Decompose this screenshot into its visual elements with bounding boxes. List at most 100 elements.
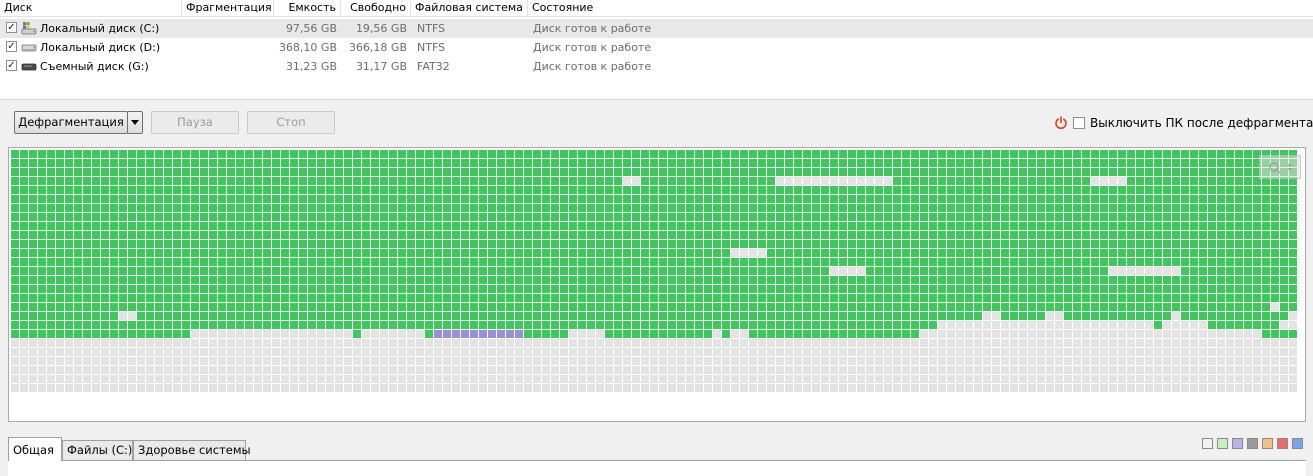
cluster-cell <box>605 276 613 284</box>
column-header-free[interactable]: Свободно <box>341 0 411 16</box>
cluster-cell <box>956 168 964 176</box>
cluster-cell <box>515 231 523 239</box>
cluster-cell <box>1001 204 1009 212</box>
cluster-cell <box>560 267 568 275</box>
cluster-cell <box>263 159 271 167</box>
cluster-cell <box>1046 249 1054 257</box>
cluster-cell <box>1019 375 1027 383</box>
cluster-cell <box>1280 348 1288 356</box>
shutdown-after-label[interactable]: Выключить ПК после дефрагментации <box>1090 115 1313 131</box>
cluster-cell <box>461 240 469 248</box>
cluster-cell <box>74 177 82 185</box>
cluster-cell <box>983 186 991 194</box>
cluster-cell <box>1010 348 1018 356</box>
cluster-cell <box>812 222 820 230</box>
cluster-cell <box>677 222 685 230</box>
cluster-cell <box>893 303 901 311</box>
column-header-disk[interactable]: Диск <box>0 0 182 16</box>
cluster-cell <box>1163 267 1171 275</box>
stop-button[interactable]: Стоп <box>247 111 335 134</box>
cluster-cell <box>380 294 388 302</box>
cluster-cell <box>1082 231 1090 239</box>
cluster-cell <box>713 195 721 203</box>
cluster-cell <box>731 375 739 383</box>
defragment-options-dropdown[interactable] <box>127 111 143 134</box>
map-zoom-control[interactable] <box>1259 155 1301 179</box>
cluster-cell <box>749 213 757 221</box>
cluster-cell <box>794 213 802 221</box>
cluster-cell <box>227 357 235 365</box>
zoom-icon <box>1269 162 1293 174</box>
cluster-cell <box>389 159 397 167</box>
cluster-cell <box>470 384 478 392</box>
cluster-cell <box>668 258 676 266</box>
cluster-cell <box>146 159 154 167</box>
cluster-cell <box>533 330 541 338</box>
cluster-cell <box>1244 204 1252 212</box>
shutdown-after-checkbox[interactable] <box>1073 117 1085 129</box>
column-header-status[interactable]: Состояние <box>528 0 1313 16</box>
cluster-cell <box>353 285 361 293</box>
cluster-cell <box>263 357 271 365</box>
cluster-cell <box>965 357 973 365</box>
cluster-cell <box>398 375 406 383</box>
cluster-cell <box>623 195 631 203</box>
cluster-cell <box>1118 249 1126 257</box>
tab-files-c[interactable]: Файлы (C:) <box>62 440 133 460</box>
column-header-fragmentation[interactable]: Фрагментация <box>182 0 274 16</box>
pause-button[interactable]: Пауза <box>151 111 239 134</box>
defragment-button[interactable]: Дефрагментация <box>14 111 128 134</box>
cluster-cell <box>137 213 145 221</box>
column-header-filesystem[interactable]: Файловая система <box>411 0 528 16</box>
disk-g-checkbox[interactable]: ✓ <box>6 60 17 71</box>
cluster-cell <box>1127 339 1135 347</box>
cluster-cell <box>1154 258 1162 266</box>
cluster-cell <box>605 375 613 383</box>
cluster-cell <box>749 204 757 212</box>
cluster-cell <box>425 186 433 194</box>
cluster-cell <box>1055 249 1063 257</box>
cluster-cell <box>974 231 982 239</box>
column-header-capacity[interactable]: Емкость <box>274 0 341 16</box>
cluster-cell <box>848 177 856 185</box>
cluster-cell <box>830 186 838 194</box>
cluster-cell <box>677 339 685 347</box>
cluster-cell <box>1262 321 1270 329</box>
cluster-cell <box>722 366 730 374</box>
cluster-cell <box>407 177 415 185</box>
cluster-cell <box>1244 213 1252 221</box>
cluster-cell <box>56 177 64 185</box>
disk-row-d[interactable]: ✓ Локальный диск (D:) 368,10 GB 366,18 G… <box>0 38 1313 57</box>
disk-g-name: Съемный диск (G:) <box>40 60 149 73</box>
cluster-cell <box>479 240 487 248</box>
disk-row-c[interactable]: ✓ Локальный диск (C:) 97,56 GB 19,56 GB … <box>0 19 1313 38</box>
cluster-cell <box>497 213 505 221</box>
tab-general[interactable]: Общая <box>8 437 62 461</box>
cluster-cell <box>65 195 73 203</box>
cluster-cell <box>596 222 604 230</box>
cluster-cell <box>1091 213 1099 221</box>
cluster-cell <box>1055 177 1063 185</box>
cluster-cell <box>1226 294 1234 302</box>
cluster-cell <box>803 222 811 230</box>
cluster-cell <box>1181 285 1189 293</box>
disk-c-checkbox[interactable]: ✓ <box>6 22 17 33</box>
cluster-cell <box>497 330 505 338</box>
disk-d-checkbox[interactable]: ✓ <box>6 41 17 52</box>
cluster-cell <box>425 258 433 266</box>
disk-row-g[interactable]: ✓ Съемный диск (G:) 31,23 GB 31,17 GB FA… <box>0 57 1313 76</box>
cluster-cell <box>1271 195 1279 203</box>
cluster-cell <box>470 321 478 329</box>
cluster-cell <box>110 231 118 239</box>
cluster-cell <box>1019 168 1027 176</box>
tab-system-health[interactable]: Здоровье системы <box>133 440 251 460</box>
cluster-map[interactable] <box>8 147 1306 422</box>
cluster-cell <box>668 177 676 185</box>
cluster-cell <box>614 222 622 230</box>
cluster-cell <box>155 159 163 167</box>
cluster-cell <box>839 150 847 158</box>
cluster-cell <box>974 384 982 392</box>
cluster-cell <box>866 240 874 248</box>
cluster-cell <box>650 150 658 158</box>
cluster-cell <box>317 186 325 194</box>
